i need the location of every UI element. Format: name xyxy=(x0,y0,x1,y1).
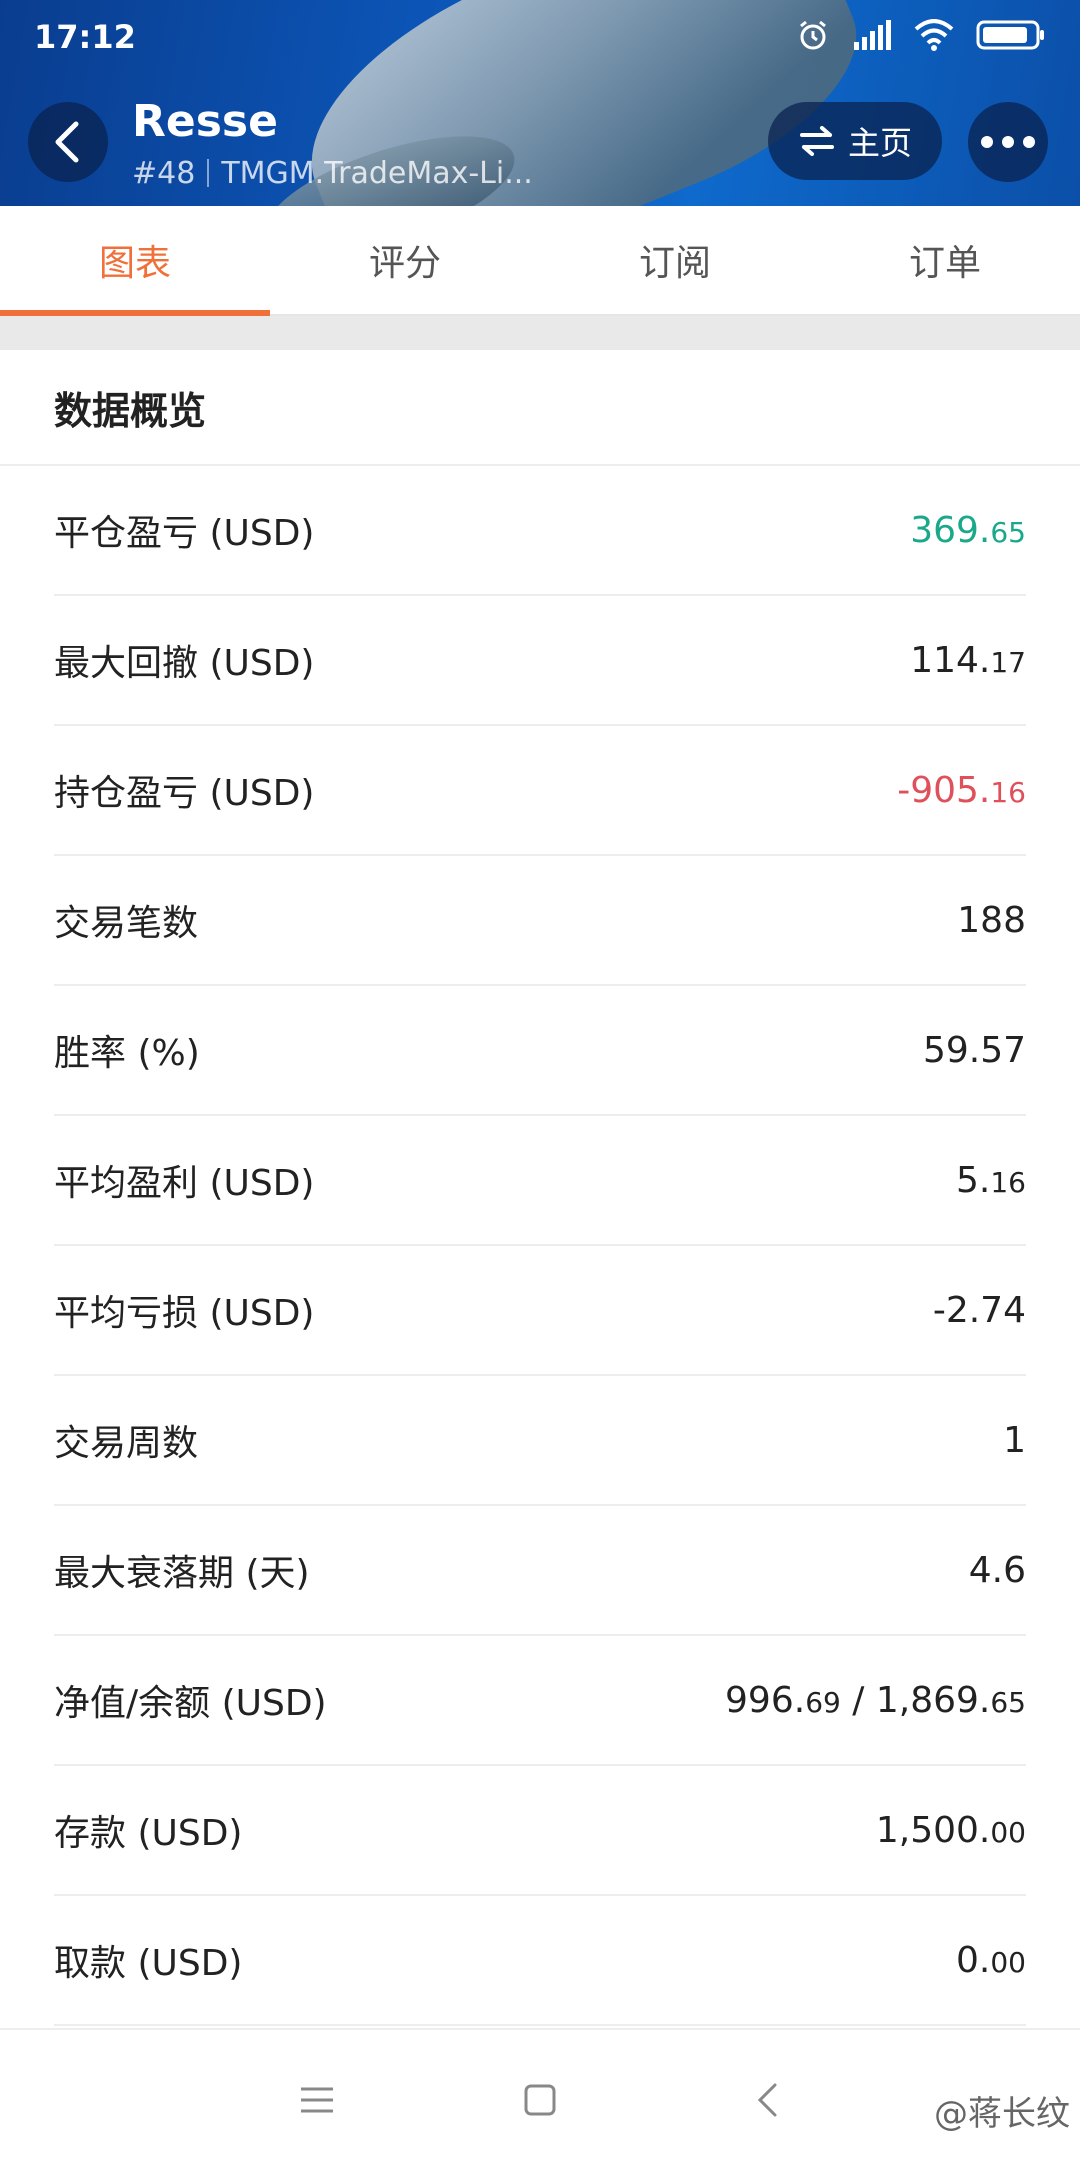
stat-label: 取款 (USD) xyxy=(54,1943,243,1984)
stat-value-decimals: 16 xyxy=(990,1165,1026,1199)
menu-icon xyxy=(301,2087,333,2113)
stat-label: 胜率 (%) xyxy=(54,1033,200,1074)
stat-row: 净值/余额 (USD) 996.69 / 1,869.65 xyxy=(54,1636,1026,1766)
stat-value: 369.65 xyxy=(910,510,1026,551)
wifi-icon xyxy=(914,19,954,51)
stat-value-decimals: 65 xyxy=(990,515,1026,549)
stat-value-main: 188 xyxy=(957,899,1026,941)
chevron-left-icon xyxy=(55,121,79,163)
stat-value-main: 1,500. xyxy=(875,1809,991,1851)
section-divider xyxy=(0,316,1080,350)
back-button[interactable] xyxy=(28,102,108,182)
tab-chart[interactable]: 图表 xyxy=(0,206,270,316)
stat-label: 最大衰落期 (天) xyxy=(54,1553,310,1594)
trader-name: Resse xyxy=(132,96,278,147)
trader-subtitle: #48 TMGM.TradeMax-Li... xyxy=(132,156,533,191)
stat-value-main: 5. xyxy=(956,1159,991,1201)
status-time: 17:12 xyxy=(34,18,136,56)
menu-button[interactable] xyxy=(287,2070,347,2130)
trader-rank: #48 xyxy=(132,156,196,191)
stat-row: 持仓盈亏 (USD) -905.16 xyxy=(54,726,1026,856)
more-button[interactable] xyxy=(968,102,1048,182)
home-button[interactable]: 主页 xyxy=(768,102,942,180)
stat-value-decimals: 69 xyxy=(805,1685,841,1719)
stat-value: 1 xyxy=(1003,1420,1026,1461)
stat-label: 最大回撤 (USD) xyxy=(54,643,315,684)
stat-value-main: 114. xyxy=(910,639,991,681)
stat-value-main: 996. xyxy=(725,1679,806,1721)
stat-label: 交易笔数 xyxy=(54,903,199,944)
stat-value-main: 59.57 xyxy=(922,1029,1026,1071)
stat-value: 59.57 xyxy=(923,1030,1026,1071)
stat-value: 0.00 xyxy=(956,1940,1026,1981)
status-icons xyxy=(796,18,1046,52)
tab-subscribe[interactable]: 订阅 xyxy=(540,206,810,314)
signal-icon xyxy=(854,20,891,50)
stat-label: 平仓盈亏 (USD) xyxy=(54,513,315,554)
triangle-back-icon xyxy=(757,2083,777,2117)
stat-value: 5.16 xyxy=(956,1160,1026,1201)
system-nav-bar: @蒋长纹 xyxy=(0,2028,1080,2160)
stat-value: 1,500.00 xyxy=(876,1810,1026,1851)
stat-value-decimals: 00 xyxy=(990,1815,1026,1849)
stat-value: 188 xyxy=(957,900,1026,941)
stat-value: 996.69 / 1,869.65 xyxy=(725,1680,1026,1721)
stat-value-main: 4.6 xyxy=(968,1549,1026,1591)
stat-label: 持仓盈亏 (USD) xyxy=(54,773,315,814)
battery-icon xyxy=(976,20,1044,50)
stat-label: 净值/余额 (USD) xyxy=(54,1683,327,1724)
stat-value-decimals: 17 xyxy=(990,645,1026,679)
stat-row: 取款 (USD) 0.00 xyxy=(54,1896,1026,2026)
home-button-label: 主页 xyxy=(847,124,912,162)
app-screen: 17:12 Resse #48 TMGM.TradeMax-Li... 主页 图… xyxy=(0,0,1080,2160)
stat-value: 114.17 xyxy=(910,640,1026,681)
stat-value-main: / 1,869. xyxy=(840,1679,991,1721)
stat-value-main: -2.74 xyxy=(932,1289,1026,1331)
stat-value-main: 1 xyxy=(1003,1419,1026,1461)
stat-value-main: 369. xyxy=(910,509,991,551)
profile-header: 17:12 Resse #48 TMGM.TradeMax-Li... 主页 xyxy=(0,0,1080,206)
more-dots-icon xyxy=(981,136,1035,148)
home-nav-button[interactable] xyxy=(510,2070,570,2130)
status-bar: 17:12 xyxy=(0,0,1080,72)
stat-row: 最大衰落期 (天) 4.6 xyxy=(54,1506,1026,1636)
tab-orders[interactable]: 订单 xyxy=(810,206,1080,314)
stat-value: 4.6 xyxy=(969,1550,1026,1591)
stat-row: 胜率 (%) 59.57 xyxy=(54,986,1026,1116)
alarm-icon xyxy=(800,20,826,50)
stat-row: 存款 (USD) 1,500.00 xyxy=(54,1766,1026,1896)
stat-label: 交易周数 xyxy=(54,1423,199,1464)
stat-row: 交易笔数 188 xyxy=(54,856,1026,986)
stat-value-decimals: 00 xyxy=(990,1945,1026,1979)
stat-row: 平仓盈亏 (USD) 369.65 xyxy=(54,466,1026,596)
stat-label: 存款 (USD) xyxy=(54,1813,243,1854)
stat-value: -905.16 xyxy=(897,770,1026,811)
square-icon xyxy=(524,2084,556,2116)
stat-value-decimals: 16 xyxy=(990,775,1026,809)
watermark: @蒋长纹 xyxy=(934,2094,1070,2134)
stat-row: 平均盈利 (USD) 5.16 xyxy=(54,1116,1026,1246)
data-overview-section: 数据概览 平仓盈亏 (USD) 369.65 最大回撤 (USD) 114.17 持仓盈… xyxy=(0,350,1080,2026)
stat-row: 平均亏损 (USD) -2.74 xyxy=(54,1246,1026,1376)
stats-list: 平仓盈亏 (USD) 369.65 最大回撤 (USD) 114.17 持仓盈亏 (US… xyxy=(0,466,1080,2026)
stat-value-main: -905. xyxy=(897,769,991,811)
subtitle-divider xyxy=(207,159,210,187)
tab-rating[interactable]: 评分 xyxy=(270,206,540,314)
stat-row: 交易周数 1 xyxy=(54,1376,1026,1506)
stat-row: 最大回撤 (USD) 114.17 xyxy=(54,596,1026,726)
tab-bar: 图表 评分 订阅 订单 xyxy=(0,206,1080,316)
back-nav-button[interactable] xyxy=(737,2070,797,2130)
section-title: 数据概览 xyxy=(0,350,1080,466)
stat-label: 平均盈利 (USD) xyxy=(54,1163,315,1204)
stat-value-main: 0. xyxy=(956,1939,991,1981)
stat-label: 平均亏损 (USD) xyxy=(54,1293,315,1334)
trader-server: TMGM.TradeMax-Li... xyxy=(221,156,533,191)
stat-value-decimals: 65 xyxy=(990,1685,1026,1719)
swap-icon xyxy=(799,126,834,156)
stat-value: -2.74 xyxy=(933,1290,1026,1331)
